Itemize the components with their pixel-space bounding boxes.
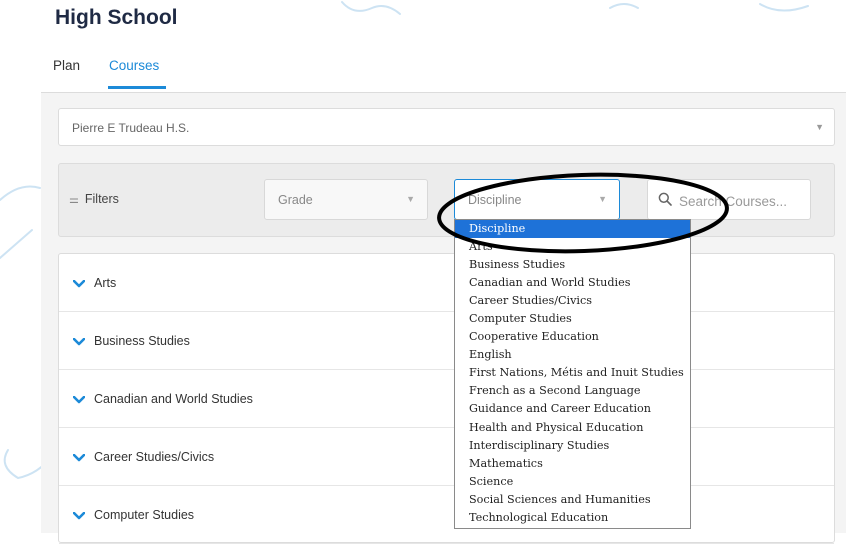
list-item-computer-studies[interactable]: Computer Studies <box>59 486 834 544</box>
dropdown-option[interactable]: Health and Physical Education <box>455 419 690 437</box>
search-icon <box>658 192 672 206</box>
chevron-down-icon <box>73 396 85 404</box>
dropdown-option[interactable]: First Nations, Métis and Inuit Studies <box>455 364 690 382</box>
dropdown-option[interactable]: Guidance and Career Education <box>455 400 690 418</box>
list-item-business-studies[interactable]: Business Studies <box>59 312 834 370</box>
caret-down-icon: ▼ <box>815 122 824 132</box>
dropdown-option[interactable]: Cooperative Education <box>455 328 690 346</box>
list-item-career-studies-civics[interactable]: Career Studies/Civics <box>59 428 834 486</box>
filters-label: ⚌ Filters <box>69 192 119 206</box>
course-discipline-list: Arts Business Studies Canadian and World… <box>58 253 835 544</box>
active-tab-indicator <box>108 86 166 89</box>
search-courses-box[interactable] <box>647 179 811 220</box>
grade-select-value: Grade <box>278 193 313 207</box>
dropdown-option[interactable]: Career Studies/Civics <box>455 292 690 310</box>
filter-sliders-icon: ⚌ <box>69 194 79 206</box>
chevron-down-icon <box>73 338 85 346</box>
dropdown-option[interactable]: English <box>455 346 690 364</box>
list-item-label: Arts <box>94 276 117 290</box>
list-item-label: Business Studies <box>94 334 190 348</box>
discipline-select-value: Discipline <box>468 193 522 207</box>
dropdown-option[interactable]: Canadian and World Studies <box>455 274 690 292</box>
grade-select[interactable]: Grade ▼ <box>264 179 428 220</box>
school-select[interactable]: Pierre E Trudeau H.S. ▼ <box>58 108 835 146</box>
list-item-arts[interactable]: Arts <box>59 254 834 312</box>
search-input[interactable] <box>677 189 809 213</box>
tab-courses[interactable]: Courses <box>109 58 159 73</box>
caret-down-icon: ▼ <box>406 194 415 204</box>
chevron-down-icon <box>73 512 85 520</box>
list-item-label: Computer Studies <box>94 508 195 522</box>
dropdown-option[interactable]: French as a Second Language <box>455 382 690 400</box>
list-item-label: Career Studies/Civics <box>94 450 215 464</box>
filter-bar: ⚌ Filters Grade ▼ Discipline ▼ <box>58 163 835 237</box>
discipline-select[interactable]: Discipline ▼ <box>454 179 620 220</box>
dropdown-option[interactable]: Discipline <box>455 220 690 239</box>
page-title: High School <box>55 6 178 29</box>
chevron-down-icon <box>73 280 85 288</box>
chevron-down-icon <box>73 454 85 462</box>
tab-plan[interactable]: Plan <box>53 58 80 73</box>
list-item-canadian-world-studies[interactable]: Canadian and World Studies <box>59 370 834 428</box>
school-select-value: Pierre E Trudeau H.S. <box>72 121 190 135</box>
dropdown-option[interactable]: Computer Studies <box>455 310 690 328</box>
list-item-label: Canadian and World Studies <box>94 392 253 406</box>
discipline-dropdown-list: Discipline Arts Business Studies Canadia… <box>454 219 691 529</box>
dropdown-option[interactable]: Interdisciplinary Studies <box>455 437 690 455</box>
courses-panel: Pierre E Trudeau H.S. ▼ ⚌ Filters Grade ▼… <box>41 92 846 544</box>
dropdown-option[interactable]: Technological Education <box>455 509 690 527</box>
dropdown-option[interactable]: Social Sciences and Humanities <box>455 491 690 509</box>
dropdown-option[interactable]: Arts <box>455 238 690 256</box>
caret-down-icon: ▼ <box>598 194 607 204</box>
filters-label-text: Filters <box>84 192 119 206</box>
dropdown-option[interactable]: Business Studies <box>455 256 690 274</box>
dropdown-option[interactable]: Mathematics <box>455 455 690 473</box>
dropdown-option[interactable]: Science <box>455 473 690 491</box>
